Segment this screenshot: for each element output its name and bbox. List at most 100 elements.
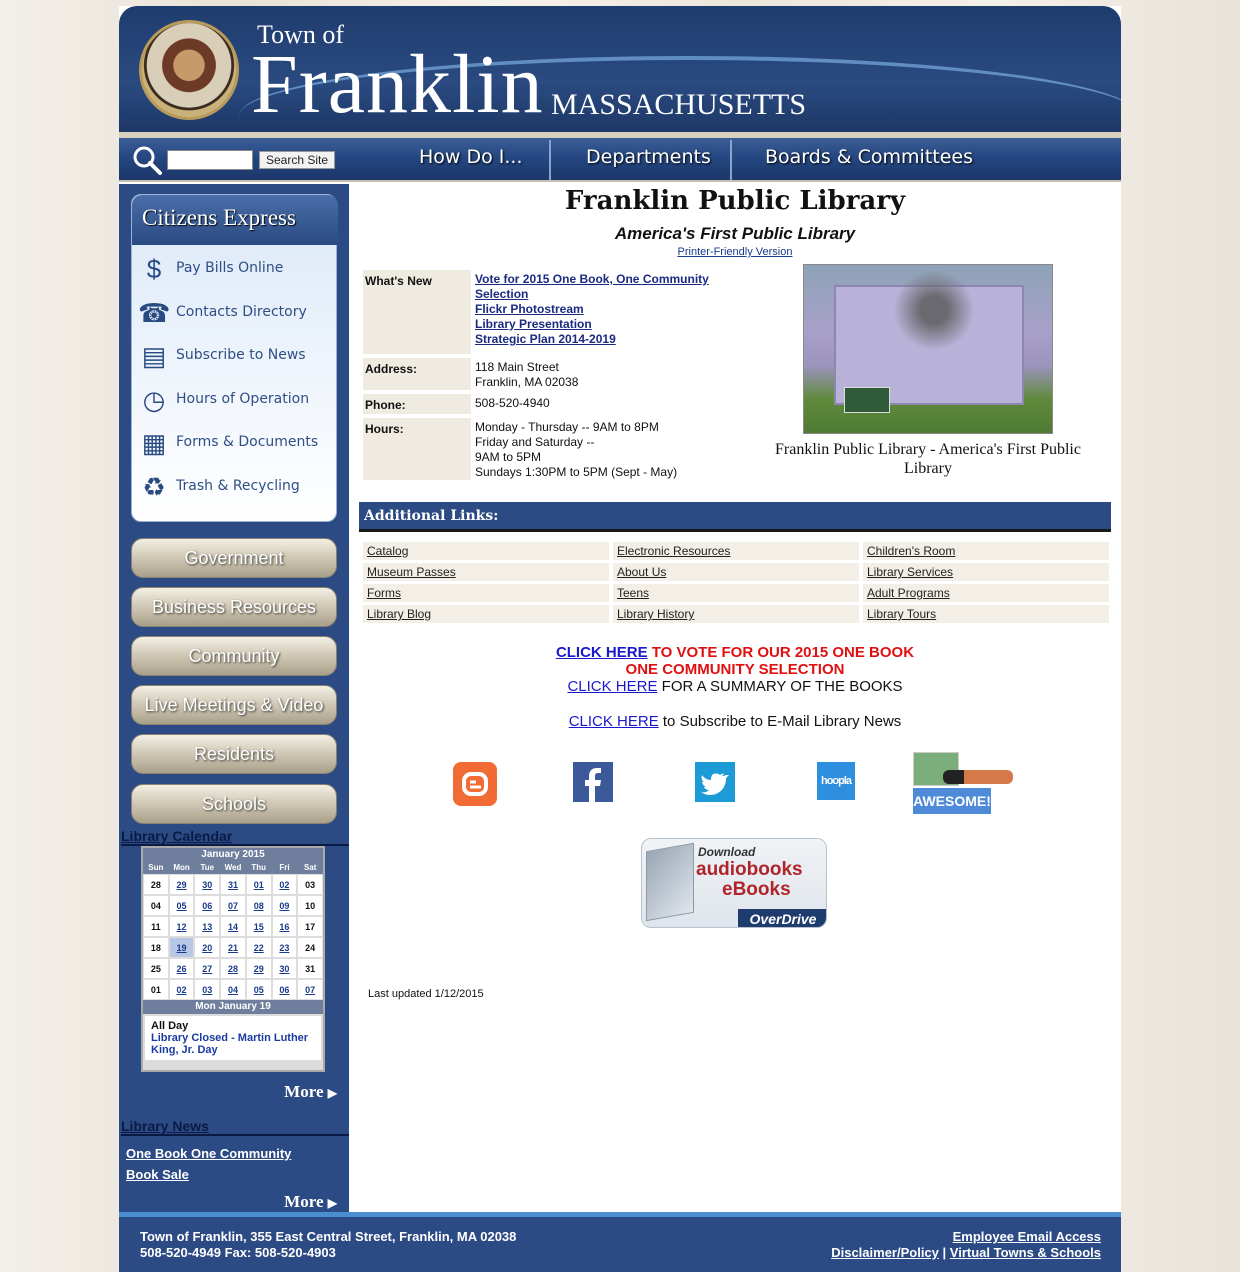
virtual-towns-link[interactable]: Virtual Towns & Schools (950, 1245, 1101, 1260)
search-input[interactable] (167, 150, 253, 170)
cta-subscribe-link[interactable]: CLICK HERE (569, 713, 659, 730)
calendar-day: 04 (143, 895, 169, 916)
calendar-event-title[interactable]: Library Closed - Martin Luther King, Jr.… (151, 1032, 315, 1056)
calendar-day[interactable]: 03 (194, 979, 221, 1000)
calendar-day[interactable]: 30 (271, 958, 298, 979)
address-line: Franklin, MA 02038 (475, 375, 579, 389)
whats-new-link-flickr[interactable]: Flickr Photostream (475, 302, 727, 317)
employee-email-link[interactable]: Employee Email Access (953, 1229, 1101, 1244)
cx-subscribe-news[interactable]: ▤ Subscribe to News (138, 338, 334, 374)
calendar-day[interactable]: 16 (271, 916, 298, 937)
facebook-icon[interactable] (573, 762, 613, 802)
photo-sign (844, 387, 890, 413)
cx-trash-recycling[interactable]: ♻ Trash & Recycling (138, 469, 334, 505)
calendar-day[interactable]: 05 (245, 979, 272, 1000)
cx-pay-bills[interactable]: $ Pay Bills Online (138, 251, 334, 287)
sidebar-live-meetings-button[interactable]: Live Meetings & Video (131, 685, 337, 725)
calendar-day[interactable]: 30 (194, 874, 221, 895)
cta-vote-line2: ONE COMMUNITY SELECTION (359, 661, 1111, 678)
calendar-day[interactable]: 26 (168, 958, 195, 979)
calendar-day[interactable]: 07 (297, 979, 323, 1000)
whats-new-link-presentation[interactable]: Library Presentation (475, 317, 727, 332)
calendar-day[interactable]: 27 (194, 958, 221, 979)
calendar-weekday: Mon (173, 863, 190, 872)
sidebar-government-button[interactable]: Government (131, 538, 337, 578)
calendar-more-link[interactable]: More ▶ (284, 1082, 337, 1102)
calendar-day[interactable]: 13 (194, 916, 221, 937)
news-item-one-book[interactable]: One Book One Community (126, 1146, 291, 1161)
cx-forms-documents[interactable]: ▦ Forms & Documents (138, 425, 334, 461)
calendar-day[interactable]: 02 (168, 979, 195, 1000)
calendar-day[interactable]: 29 (245, 958, 272, 979)
cta-summary-link[interactable]: CLICK HERE (567, 678, 657, 695)
additional-link[interactable]: Library Services (867, 565, 953, 579)
additional-link[interactable]: Library History (617, 607, 694, 621)
calendar-day[interactable]: 12 (168, 916, 195, 937)
additional-link[interactable]: Museum Passes (367, 565, 456, 579)
calendar-day: 03 (297, 874, 323, 895)
footer-phones: 508-520-4949 Fax: 508-520-4903 (140, 1245, 336, 1260)
calendar-day[interactable]: 08 (245, 895, 272, 916)
sidebar-community-button[interactable]: Community (131, 636, 337, 676)
calendar-day[interactable]: 05 (168, 895, 195, 916)
calendar-month: January 2015 (143, 848, 323, 862)
overdrive-banner[interactable]: Download audiobooks eBooks OverDrive (641, 838, 827, 928)
header-franklin[interactable]: Franklin (251, 40, 544, 130)
calendar-day[interactable]: 22 (245, 937, 272, 958)
calendar-day[interactable]: 06 (271, 979, 298, 1000)
calendar-day[interactable]: 29 (168, 874, 195, 895)
nav-departments[interactable]: Departments (586, 146, 711, 168)
calendar-day[interactable]: 01 (245, 874, 272, 895)
additional-link[interactable]: Adult Programs (867, 586, 950, 600)
library-calendar-heading[interactable]: Library Calendar (121, 828, 349, 846)
calendar-day[interactable]: 21 (220, 937, 246, 958)
calendar-weekday: Tue (200, 863, 215, 872)
additional-link[interactable]: Library Blog (367, 607, 431, 621)
calendar-day[interactable]: 28 (220, 958, 246, 979)
calendar-day[interactable]: 02 (271, 874, 298, 895)
additional-link[interactable]: Teens (617, 586, 649, 600)
town-seal-logo[interactable] (139, 20, 239, 120)
calendar-day: 28 (143, 874, 169, 895)
additional-link[interactable]: Catalog (367, 544, 408, 558)
awesome-box-icon[interactable]: AWESOME! (913, 752, 1013, 816)
cx-contacts-directory[interactable]: ☎ Contacts Directory (138, 295, 334, 331)
additional-link[interactable]: Children's Room (867, 544, 955, 558)
additional-link[interactable]: Library Tours (867, 607, 936, 621)
calendar-day[interactable]: 19 (168, 937, 195, 958)
hoopla-icon[interactable]: hoopla (817, 762, 855, 800)
calendar-day: 31 (297, 958, 323, 979)
nav-boards-committees[interactable]: Boards & Committees (765, 146, 973, 168)
triangle-right-icon: ▶ (327, 1086, 337, 1100)
calendar-day[interactable]: 15 (245, 916, 272, 937)
news-item-book-sale[interactable]: Book Sale (126, 1167, 189, 1182)
additional-links-grid: Catalog Electronic Resources Children's Ro… (363, 542, 1109, 623)
calendar-day[interactable]: 09 (271, 895, 298, 916)
disclaimer-link[interactable]: Disclaimer/Policy (831, 1245, 939, 1260)
news-more-link[interactable]: More ▶ (284, 1192, 337, 1212)
calendar-day[interactable]: 31 (220, 874, 246, 895)
whats-new-link-vote[interactable]: Vote for 2015 One Book, One Community Se… (475, 272, 727, 302)
cta-vote-link[interactable]: CLICK HERE (556, 644, 648, 661)
sidebar-schools-button[interactable]: Schools (131, 784, 337, 824)
additional-link[interactable]: Forms (367, 586, 401, 600)
search-button[interactable]: Search Site (259, 151, 335, 169)
sidebar-residents-button[interactable]: Residents (131, 734, 337, 774)
library-photo (803, 264, 1053, 434)
calendar-day[interactable]: 23 (271, 937, 298, 958)
additional-link[interactable]: Electronic Resources (617, 544, 730, 558)
nav-how-do-i[interactable]: How Do I... (419, 146, 523, 168)
library-news-heading[interactable]: Library News (121, 1118, 349, 1136)
cx-hours-operation[interactable]: ◷ Hours of Operation (138, 382, 334, 418)
blogger-icon[interactable] (453, 762, 497, 806)
calendar-day[interactable]: 07 (220, 895, 246, 916)
whats-new-link-strategic-plan[interactable]: Strategic Plan 2014-2019 (475, 332, 727, 347)
calendar-day[interactable]: 04 (220, 979, 246, 1000)
printer-friendly-link[interactable]: Printer-Friendly Version (359, 246, 1111, 258)
additional-link[interactable]: About Us (617, 565, 666, 579)
calendar-day[interactable]: 20 (194, 937, 221, 958)
calendar-day[interactable]: 14 (220, 916, 246, 937)
twitter-icon[interactable] (695, 762, 735, 802)
sidebar-business-resources-button[interactable]: Business Resources (131, 587, 337, 627)
calendar-day[interactable]: 06 (194, 895, 221, 916)
